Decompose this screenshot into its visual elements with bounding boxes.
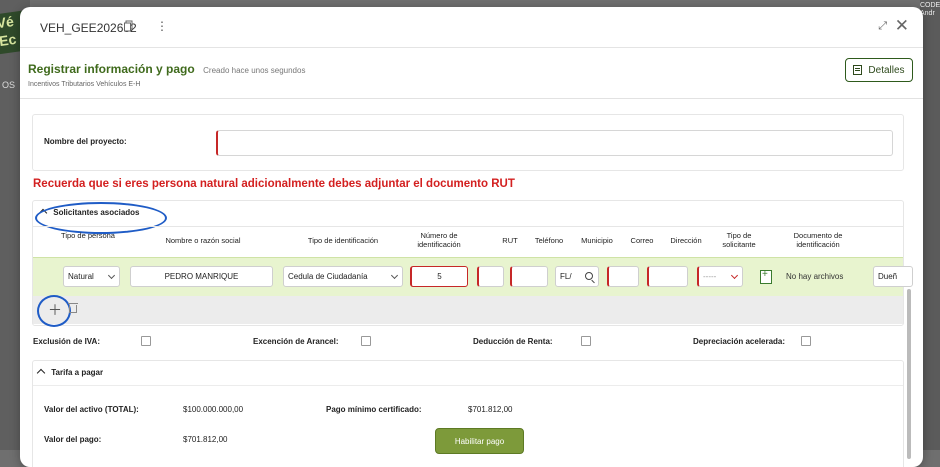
iva-label: Exclusión de IVA: (33, 337, 100, 346)
solicitantes-section: Solicitantes asociados Tipo de persona N… (32, 200, 913, 327)
chevron-down-icon (107, 271, 116, 280)
record-id: VEH_GEE202682 (40, 21, 137, 35)
col-tipo-solicitante: Tipo de solicitante (722, 231, 756, 249)
project-section: Nombre del proyecto: (32, 114, 904, 171)
correo-input[interactable] (607, 266, 639, 287)
numero-identificacion-input[interactable]: 5 (410, 266, 468, 287)
arancel-checkbox[interactable] (361, 336, 371, 346)
solicitantes-toggle[interactable]: Solicitantes asociados (35, 202, 167, 234)
col-municipio: Municipio (581, 236, 613, 245)
tipo-solicitante-value: ----- (703, 272, 717, 281)
details-button[interactable]: Detalles (845, 58, 913, 82)
table-row: Natural PEDRO MANRIQUE Cedula de Ciudada… (33, 257, 913, 297)
depreciacion-checkbox[interactable] (801, 336, 811, 346)
background-right: CODEN Andr (920, 0, 940, 450)
scrollbar[interactable] (907, 289, 911, 459)
tipo-identificacion-value: Cedula de Ciudadanía (288, 272, 368, 281)
page-subtitle: Incentivos Tributarios Vehículos E-H (28, 81, 141, 88)
annotation-circle (37, 295, 71, 327)
project-name-label: Nombre del proyecto: (44, 137, 127, 146)
grid-footer: ＋ (33, 295, 903, 327)
arancel-label: Excención de Arancel: (253, 337, 339, 346)
pago-minimo-label: Pago mínimo certificado: (326, 405, 422, 414)
close-icon[interactable]: ✕ (895, 16, 909, 36)
divider (20, 98, 923, 99)
municipio-search[interactable]: FL/ (555, 266, 599, 287)
depreciacion-label: Depreciación acelerada: (693, 337, 786, 346)
chevron-up-icon (36, 368, 46, 378)
no-files-text: No hay archivos (786, 272, 844, 281)
tarifa-section: Tarifa a pagar Valor del activo (TOTAL):… (32, 360, 904, 467)
tipo-solicitante-select[interactable]: ----- (697, 266, 743, 287)
renta-checkbox[interactable] (581, 336, 591, 346)
iva-checkbox[interactable] (141, 336, 151, 346)
background-user-text: CODEN Andr (920, 2, 940, 17)
project-name-input[interactable] (216, 130, 893, 156)
search-icon[interactable] (585, 272, 593, 280)
pago-minimo-value: $701.812,00 (468, 405, 513, 414)
divider (33, 226, 903, 227)
record-modal: VEH_GEE202682 ⋮ ⤢ ✕ Registrar informació… (20, 7, 923, 467)
grid-header: Tipo de persona Nombre o razón social Ti… (33, 228, 903, 256)
more-options-icon[interactable]: ⋮ (156, 19, 168, 33)
direccion-input[interactable] (647, 266, 688, 287)
upload-icon[interactable] (760, 269, 772, 284)
tarifa-toggle[interactable]: Tarifa a pagar (36, 368, 104, 378)
valor-activo-value: $100.000.000,00 (183, 405, 244, 414)
page-title: Registrar información y pago (28, 62, 195, 76)
valor-activo-label: Valor del activo (TOTAL): (44, 405, 139, 414)
col-documento: Documento de identificación (793, 231, 843, 249)
trash-icon[interactable] (68, 303, 78, 313)
col-correo: Correo (630, 236, 654, 245)
telefono-input[interactable] (510, 266, 548, 287)
nombre-value: PEDRO MANRIQUE (164, 272, 239, 281)
tarifa-label: Tarifa a pagar (51, 368, 104, 377)
extra-value: Dueñ (878, 272, 898, 281)
tipo-identificacion-select[interactable]: Cedula de Ciudadanía (283, 266, 403, 287)
expand-icon[interactable]: ⤢ (878, 20, 887, 33)
valor-pago-label: Valor del pago: (44, 435, 102, 444)
title-area: Registrar información y pago Creado hace… (28, 60, 305, 88)
copy-icon[interactable] (124, 20, 134, 32)
details-button-label: Detalles (868, 64, 905, 76)
tipo-persona-select[interactable]: Natural (63, 266, 120, 287)
background-text: OS (2, 80, 16, 90)
col-rut: RUT (502, 236, 518, 245)
col-tipo-persona: Tipo de persona (61, 231, 115, 240)
tipo-persona-value: Natural (68, 272, 94, 281)
created-timestamp: Creado hace unos segundos (203, 66, 306, 75)
chevron-down-icon (390, 271, 399, 280)
extra-select[interactable]: Dueñ (873, 266, 913, 287)
col-telefono: Teléfono (534, 236, 564, 245)
nombre-input[interactable]: PEDRO MANRIQUE (130, 266, 273, 287)
renta-label: Deducción de Renta: (473, 337, 553, 346)
habilitar-pago-button[interactable]: Habilitar pago (435, 428, 524, 454)
municipio-value: FL/ (560, 272, 572, 281)
valor-pago-value: $701.812,00 (183, 435, 228, 444)
document-icon (853, 65, 863, 75)
chevron-down-icon (730, 271, 739, 280)
divider (33, 385, 903, 386)
options-row: Exclusión de IVA: Excención de Arancel: … (33, 336, 913, 351)
col-nombre: Nombre o razón social (165, 236, 241, 245)
numero-identificacion-value: 5 (437, 272, 442, 281)
col-numero-identificacion: Número de identificación (417, 231, 461, 249)
rut-warning: Recuerda que si eres persona natural adi… (33, 178, 515, 190)
col-tipo-identificacion: Tipo de identificación (307, 236, 379, 245)
col-direccion: Dirección (670, 236, 702, 245)
rut-input[interactable] (477, 266, 504, 287)
page-title-row: Registrar información y pago Creado hace… (28, 60, 305, 78)
modal-header: VEH_GEE202682 ⋮ ⤢ ✕ (20, 7, 923, 48)
